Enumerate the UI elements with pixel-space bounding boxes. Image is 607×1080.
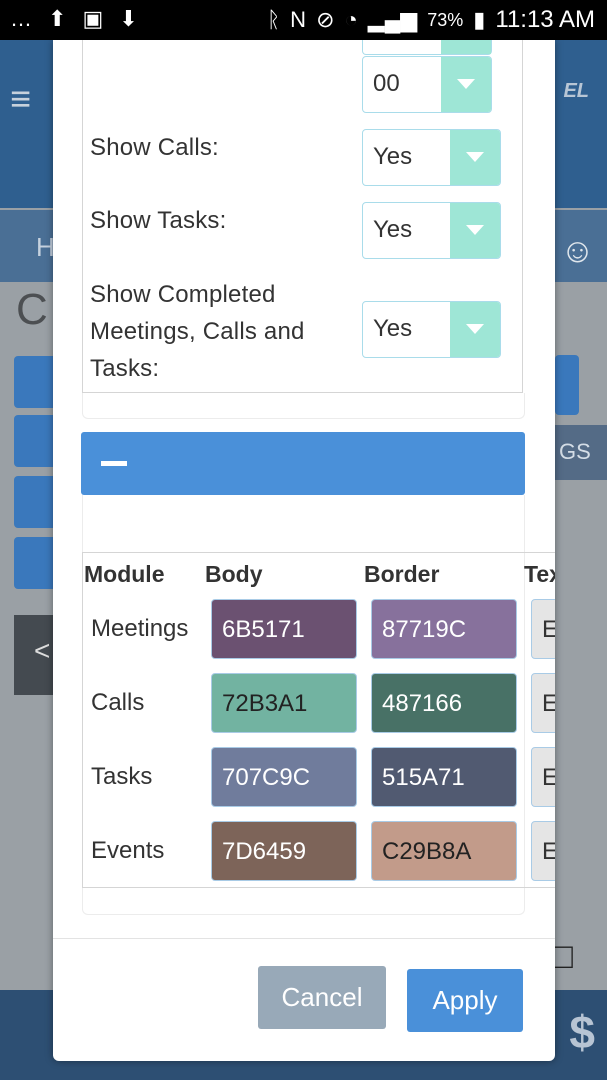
module-name-meetings: Meetings: [91, 615, 189, 642]
header-body: Body: [205, 561, 263, 587]
meetings-body-color[interactable]: 6B5171: [211, 599, 357, 659]
app-logo: EL: [563, 80, 589, 102]
wifi-icon: ◔: [344, 7, 358, 32]
hamburger-menu-icon[interactable]: ≡: [10, 78, 31, 120]
meetings-border-color[interactable]: 87719C: [371, 599, 517, 659]
minutes-select[interactable]: 00: [362, 56, 492, 113]
page-title-fragment: C: [16, 285, 48, 334]
tasks-text-color[interactable]: E5E: [531, 747, 555, 807]
show-calls-value: Yes: [373, 143, 413, 170]
signal-icon: ▂▄▆: [367, 7, 418, 32]
module-name-events: Events: [91, 837, 165, 864]
tasks-border-color[interactable]: 515A71: [371, 747, 517, 807]
clock: 11:13 AM: [495, 6, 595, 33]
show-tasks-select[interactable]: Yes: [362, 202, 501, 259]
nfc-icon: N: [290, 7, 307, 32]
bg-right-button[interactable]: [555, 355, 579, 415]
collapse-section-bar[interactable]: [81, 432, 525, 495]
select-arrow-icon: [441, 40, 491, 54]
show-tasks-value: Yes: [373, 216, 413, 243]
modal-footer-divider: [53, 938, 555, 939]
chevron-down-icon: [441, 57, 491, 112]
show-completed-label-line-2: Meetings, Calls and: [90, 318, 305, 345]
settings-modal: 00 Show Calls: Yes Show Tasks: Yes Show …: [53, 40, 555, 1061]
image-icon: ▣: [82, 6, 104, 31]
show-completed-label-line-3: Tasks:: [90, 355, 160, 382]
events-text-color[interactable]: E5E: [531, 821, 555, 881]
minus-icon: [101, 461, 127, 466]
status-bar: … ⬆ ▣ ⬇ ᚱ N ⊘ ◔ ▂▄▆ 73% ▮ 11:13 AM: [0, 0, 607, 40]
download-icon: ⬇: [119, 6, 138, 31]
partial-select-top[interactable]: [362, 40, 492, 55]
header-text: Text: [524, 561, 555, 587]
user-icon[interactable]: ☺: [560, 232, 595, 271]
chat-notification-icon: …: [10, 6, 32, 31]
chevron-down-icon: [450, 203, 500, 258]
events-border-color[interactable]: C29B8A: [371, 821, 517, 881]
show-calls-label: Show Calls:: [90, 134, 219, 161]
panel-footer: [82, 393, 525, 419]
calls-body-color[interactable]: 72B3A1: [211, 673, 357, 733]
module-colors-table: Module Body Border Text Meetings 6B5171 …: [82, 552, 555, 888]
header-border: Border: [364, 561, 440, 587]
tasks-body-color[interactable]: 707C9C: [211, 747, 357, 807]
dollar-icon[interactable]: $: [569, 1005, 595, 1059]
chevron-down-icon: [450, 302, 500, 357]
battery-icon: ▮: [473, 7, 486, 32]
show-tasks-label: Show Tasks:: [90, 207, 227, 234]
minutes-select-value: 00: [373, 70, 400, 97]
module-name-tasks: Tasks: [91, 763, 153, 790]
calls-border-color[interactable]: 487166: [371, 673, 517, 733]
mute-icon: ⊘: [316, 7, 335, 32]
show-completed-value: Yes: [373, 315, 413, 342]
events-body-color[interactable]: 7D6459: [211, 821, 357, 881]
upload-icon: ⬆: [48, 6, 67, 31]
apply-button[interactable]: Apply: [407, 969, 523, 1032]
calls-text-color[interactable]: E5E: [531, 673, 555, 733]
meetings-text-color[interactable]: E5E: [531, 599, 555, 659]
bluetooth-icon: ᚱ: [266, 7, 281, 32]
display-settings-panel: 00 Show Calls: Yes Show Tasks: Yes Show …: [82, 40, 523, 393]
bg-tab-fragment: GS: [555, 425, 607, 480]
subbar-letter: H: [36, 232, 55, 262]
show-completed-select[interactable]: Yes: [362, 301, 501, 358]
module-name-calls: Calls: [91, 689, 145, 716]
chevron-down-icon: [450, 130, 500, 185]
cancel-button[interactable]: Cancel: [258, 966, 386, 1029]
battery-percent: 73%: [427, 9, 464, 30]
header-module: Module: [84, 561, 165, 587]
show-calls-select[interactable]: Yes: [362, 129, 501, 186]
show-completed-label-line-1: Show Completed: [90, 281, 276, 308]
